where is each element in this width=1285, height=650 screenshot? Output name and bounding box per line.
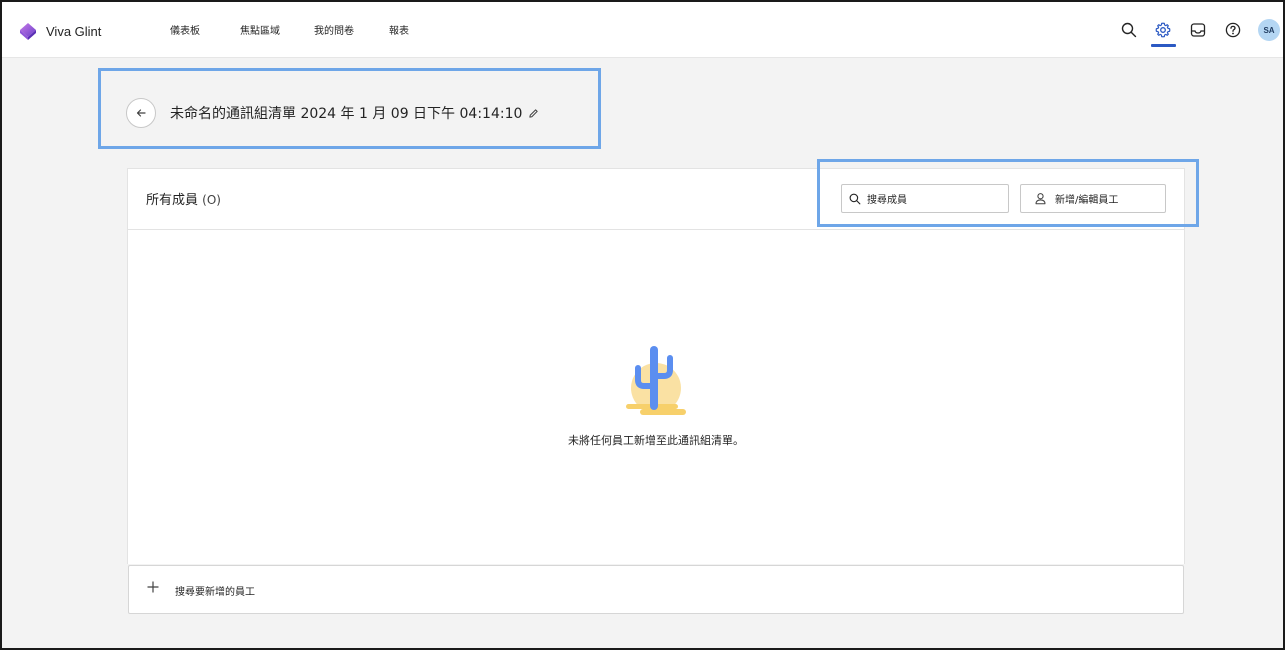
active-tab-indicator — [1151, 44, 1176, 47]
members-title: 所有成員 (O) — [146, 189, 221, 208]
nav-dashboard[interactable]: 儀表板 — [170, 22, 200, 37]
add-employee-search-bar[interactable]: 搜尋要新增的員工 — [128, 565, 1184, 614]
inbox-icon[interactable] — [1188, 20, 1208, 40]
help-icon[interactable] — [1223, 20, 1243, 40]
top-nav-bar: Viva Glint 儀表板 焦點區域 我的問卷 報表 SA — [2, 2, 1283, 58]
nav-my-surveys[interactable]: 我的問卷 — [314, 22, 354, 37]
avatar[interactable]: SA — [1258, 19, 1280, 41]
cactus-illustration — [626, 346, 686, 415]
gear-icon[interactable] — [1153, 20, 1173, 40]
app-window: Viva Glint 儀表板 焦點區域 我的問卷 報表 SA 未命名的通訊組清單… — [0, 0, 1285, 650]
actions-highlight-box — [817, 159, 1199, 227]
viva-glint-logo — [20, 23, 36, 40]
add-employee-search-label: 搜尋要新增的員工 — [175, 587, 255, 598]
plus-icon — [147, 579, 159, 597]
empty-state-message: 未將任何員工新增至此通訊組清單。 — [568, 434, 744, 447]
title-highlight-box — [98, 68, 601, 149]
nav-reports[interactable]: 報表 — [389, 22, 409, 37]
members-count: (O) — [202, 193, 221, 207]
app-name: Viva Glint — [46, 23, 102, 39]
nav-focus-areas[interactable]: 焦點區域 — [240, 22, 280, 37]
search-icon[interactable] — [1119, 20, 1139, 40]
members-card: 所有成員 (O) 搜尋成員 新增/編輯員工 未將任何員工新增至此通訊組清單。 — [127, 168, 1185, 564]
brand[interactable]: Viva Glint — [18, 21, 101, 41]
members-title-label: 所有成員 — [146, 193, 199, 208]
